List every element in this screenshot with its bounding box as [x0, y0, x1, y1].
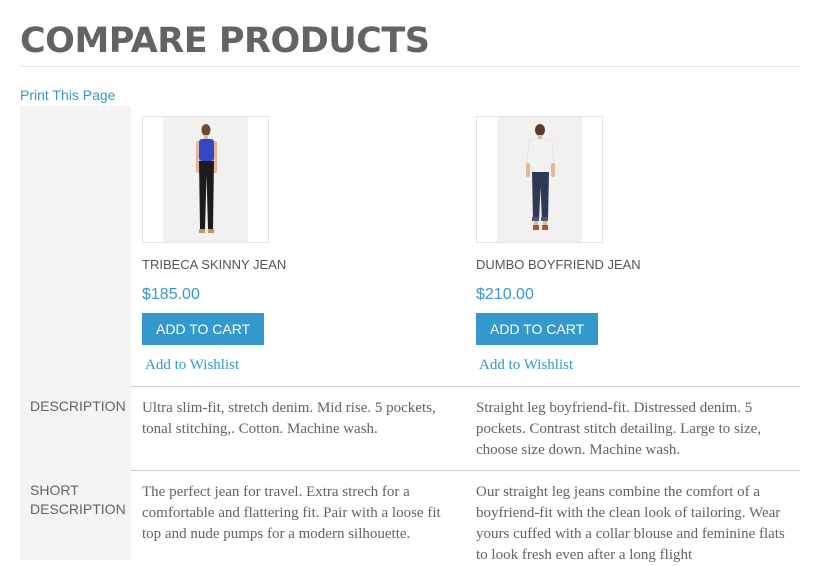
product-column-1: TRIBECA SKINNY JEAN $185.00 ADD TO CART …: [142, 116, 442, 374]
product-column-2: DUMBO BOYFRIEND JEAN $210.00 ADD TO CART…: [476, 116, 776, 374]
model-figure-2: [526, 124, 555, 230]
row-divider: [131, 470, 800, 471]
add-to-wishlist-link[interactable]: Add to Wishlist: [145, 356, 442, 374]
add-to-wishlist-link[interactable]: Add to Wishlist: [479, 356, 776, 374]
product-short-description-1: The perfect jean for travel. Extra strec…: [142, 484, 441, 542]
short-description-label: SHORT DESCRIPTION: [30, 482, 126, 517]
description-label: DESCRIPTION: [30, 398, 126, 414]
model-figure-1: [196, 124, 217, 233]
page-title: COMPARE PRODUCTS: [20, 21, 430, 61]
print-page-link[interactable]: Print This Page: [20, 87, 115, 104]
product-description-2: Straight leg boyfriend-fit. Distressed d…: [476, 400, 762, 458]
product-price: $185.00: [142, 286, 200, 303]
product-image-2[interactable]: [476, 116, 603, 243]
title-divider: [20, 66, 800, 67]
product-image-1[interactable]: [142, 116, 269, 243]
product-price: $210.00: [476, 286, 534, 303]
product-name[interactable]: DUMBO BOYFRIEND JEAN: [476, 257, 776, 273]
product-description-1: Ultra slim-fit, stretch denim. Mid rise.…: [142, 400, 436, 437]
add-to-cart-button[interactable]: ADD TO CART: [142, 313, 265, 345]
row-divider: [131, 386, 800, 387]
add-to-cart-button[interactable]: ADD TO CART: [476, 313, 599, 345]
product-name[interactable]: TRIBECA SKINNY JEAN: [142, 257, 442, 273]
product-short-description-2: Our straight leg jeans combine the comfo…: [476, 484, 785, 563]
